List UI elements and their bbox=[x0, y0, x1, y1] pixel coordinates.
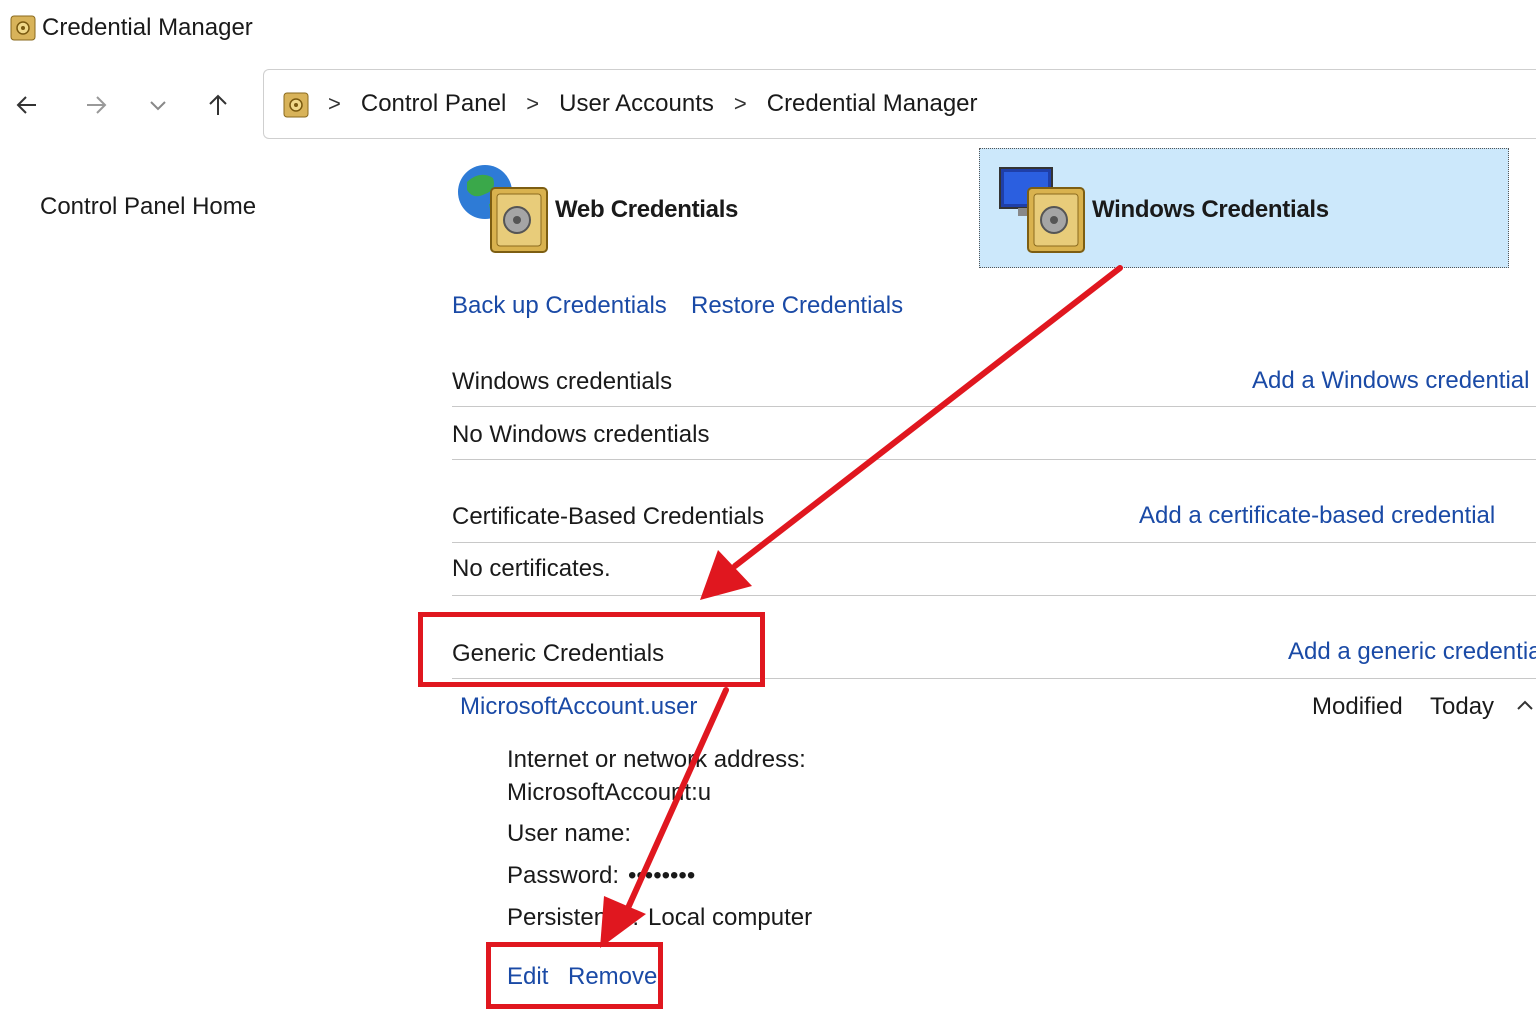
monitor-safe-icon bbox=[999, 167, 1085, 253]
persistence-value: Local computer bbox=[648, 904, 813, 931]
back-button[interactable] bbox=[7, 85, 47, 125]
windows-credentials-empty: No Windows credentials bbox=[452, 421, 710, 448]
username-label: User name: bbox=[507, 820, 632, 847]
web-credentials-tile[interactable]: Web Credentials bbox=[455, 160, 755, 260]
address-value: MicrosoftAccount:u bbox=[507, 779, 712, 806]
address-label: Internet or network address: bbox=[507, 746, 806, 773]
forward-button[interactable] bbox=[76, 85, 116, 125]
breadcrumb-separator[interactable]: > bbox=[526, 91, 539, 117]
persistence-label: Persistence: bbox=[507, 904, 640, 931]
edit-remove-highlight-box bbox=[486, 942, 663, 1009]
section-divider bbox=[452, 542, 1536, 543]
chevron-down-icon bbox=[150, 101, 166, 111]
backup-credentials-link[interactable]: Back up Credentials bbox=[452, 292, 667, 320]
breadcrumb-user-accounts[interactable]: User Accounts bbox=[559, 90, 714, 118]
section-divider bbox=[452, 595, 1536, 596]
generic-credentials-highlight-box bbox=[418, 612, 765, 687]
breadcrumb-credential-manager[interactable]: Credential Manager bbox=[767, 90, 978, 118]
collapse-chevron-icon[interactable] bbox=[1514, 694, 1536, 721]
app-icon bbox=[10, 15, 36, 46]
restore-credentials-link[interactable]: Restore Credentials bbox=[691, 292, 903, 320]
up-button[interactable] bbox=[198, 85, 238, 125]
arrow-up-icon bbox=[209, 94, 227, 115]
certificate-credentials-empty: No certificates. bbox=[452, 555, 611, 582]
password-label: Password: bbox=[507, 862, 620, 889]
section-divider bbox=[452, 459, 1536, 460]
globe-safe-icon bbox=[458, 165, 548, 253]
section-divider bbox=[452, 406, 1536, 407]
breadcrumb-separator[interactable]: > bbox=[328, 91, 341, 117]
windows-credentials-label: Windows Credentials bbox=[1092, 196, 1329, 223]
modified-value: Today bbox=[1430, 693, 1495, 720]
control-panel-home-link[interactable]: Control Panel Home bbox=[40, 193, 256, 221]
credential-manager-icon bbox=[283, 92, 309, 123]
add-generic-credential-link[interactable]: Add a generic credential bbox=[1288, 638, 1536, 666]
arrow-left-icon bbox=[16, 96, 36, 114]
windows-credentials-heading: Windows credentials bbox=[452, 368, 673, 395]
breadcrumb: > Control Panel > User Accounts > Creden… bbox=[328, 90, 978, 118]
window-title: Credential Manager bbox=[42, 14, 253, 41]
breadcrumb-control-panel[interactable]: Control Panel bbox=[361, 90, 506, 118]
modified-label: Modified bbox=[1312, 693, 1403, 720]
arrow-right-icon bbox=[87, 96, 107, 114]
add-windows-credential-link[interactable]: Add a Windows credential bbox=[1252, 367, 1529, 395]
certificate-credentials-heading: Certificate-Based Credentials bbox=[452, 503, 765, 530]
web-credentials-label: Web Credentials bbox=[555, 196, 739, 223]
breadcrumb-separator[interactable]: > bbox=[734, 91, 747, 117]
credential-name-link[interactable]: MicrosoftAccount.user bbox=[460, 693, 697, 721]
recent-locations-button[interactable] bbox=[138, 85, 178, 125]
add-certificate-credential-link[interactable]: Add a certificate-based credential bbox=[1139, 502, 1495, 530]
password-value: •••••••• bbox=[628, 862, 696, 889]
